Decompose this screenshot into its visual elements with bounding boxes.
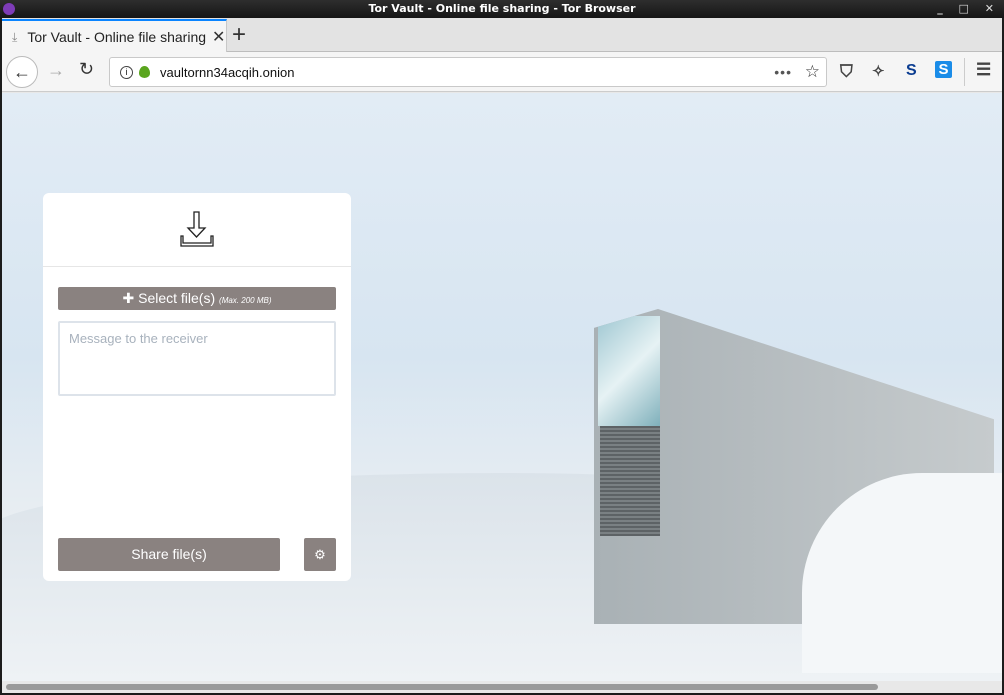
max-size-note: (Max. 200 MB) — [219, 296, 272, 305]
browser-window: ⤓ Tor Vault - Online file sharing ✕ + ← … — [2, 18, 1002, 693]
plus-icon: ✚ — [122, 290, 135, 306]
shield-icon[interactable]: ⛉ — [840, 62, 853, 82]
upload-panel: ✚ Select file(s) (Max. 200 MB) Share fil… — [43, 193, 351, 581]
message-input[interactable] — [58, 321, 336, 396]
scrollbar-thumb[interactable] — [6, 684, 878, 690]
settings-button[interactable]: ⚙ — [304, 538, 336, 571]
url-text[interactable]: vaultornn34acqih.onion — [160, 65, 294, 80]
vault-art-panel — [598, 316, 660, 426]
tab-title: Tor Vault - Online file sharing — [27, 29, 207, 45]
vault-grill — [600, 426, 660, 536]
panel-header — [43, 193, 351, 267]
select-files-label: Select file(s) — [138, 290, 216, 306]
toolbar-divider — [964, 58, 965, 86]
download-favicon-icon: ⤓ — [12, 29, 18, 44]
tor-logo-icon — [3, 3, 15, 15]
s-blue-icon[interactable]: S — [906, 62, 917, 80]
menu-button[interactable]: ☰ — [976, 60, 991, 80]
bookmark-star-icon[interactable]: ☆ — [805, 62, 820, 82]
page-content: ✚ Select file(s) (Max. 200 MB) Share fil… — [2, 93, 1002, 681]
back-button[interactable]: ← — [6, 56, 38, 88]
new-tab-button[interactable]: + — [232, 21, 246, 49]
gear-icon: ⚙ — [314, 547, 326, 562]
page-actions-icon[interactable]: ••• — [774, 64, 792, 80]
close-tab-icon[interactable]: ✕ — [212, 27, 225, 47]
window-title: Tor Vault - Online file sharing - Tor Br… — [368, 2, 636, 15]
url-bar[interactable]: i vaultornn34acqih.onion ••• ☆ — [109, 57, 827, 87]
reload-button[interactable]: ↻ — [79, 59, 94, 80]
broom-icon[interactable]: ✧ — [872, 62, 885, 80]
nav-bar: ← → ↻ i vaultornn34acqih.onion ••• ☆ ⛉ ✧… — [2, 52, 1002, 92]
skype-icon[interactable]: S — [935, 61, 952, 78]
share-files-button[interactable]: Share file(s) — [58, 538, 280, 571]
onion-icon — [139, 66, 150, 78]
info-icon[interactable]: i — [120, 65, 133, 79]
window-controls[interactable]: _ □ ✕ — [937, 0, 1000, 18]
tab-strip: ⤓ Tor Vault - Online file sharing ✕ + — [2, 18, 1002, 53]
forward-button[interactable]: → — [47, 60, 65, 81]
window-titlebar: Tor Vault - Online file sharing - Tor Br… — [0, 0, 1004, 18]
horizontal-scrollbar[interactable] — [2, 681, 1002, 693]
download-tray-icon — [180, 210, 214, 247]
tab-tor-vault[interactable]: ⤓ Tor Vault - Online file sharing ✕ — [2, 19, 227, 53]
select-files-button[interactable]: ✚ Select file(s) (Max. 200 MB) — [58, 287, 336, 310]
